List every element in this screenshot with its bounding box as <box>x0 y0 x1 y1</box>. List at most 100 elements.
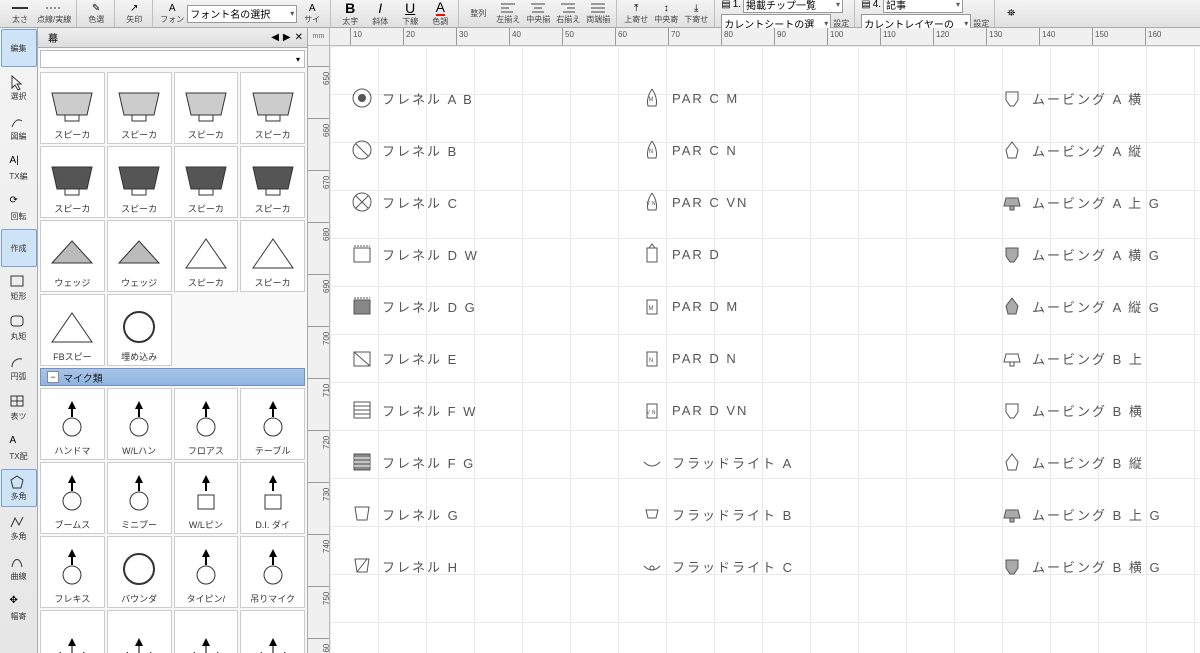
settings-link-2[interactable]: 設定 <box>973 18 989 29</box>
underline-btn[interactable]: U下線 <box>395 1 425 27</box>
canvas-symbol[interactable]: ムービング B 横 G <box>1000 554 1162 578</box>
edit-tool[interactable]: 編集 <box>1 29 37 67</box>
palette-item[interactable] <box>174 610 239 653</box>
palette-item[interactable] <box>40 610 105 653</box>
palette-item[interactable]: 埋め込み <box>107 294 172 366</box>
palette-item[interactable]: フレキス <box>40 536 105 608</box>
palette-item[interactable]: ハンドマ <box>40 388 105 460</box>
zuhen-tool[interactable]: 図編 <box>1 109 37 147</box>
canvas-symbol[interactable]: ムービング B 上 <box>1000 346 1144 370</box>
palette-item[interactable]: バウンダ <box>107 536 172 608</box>
canvas-symbol[interactable]: PAR D <box>640 242 721 266</box>
roundrect-tool[interactable]: 丸矩 <box>1 309 37 347</box>
canvas-symbol[interactable]: フレネル G <box>350 502 460 526</box>
palette-item[interactable]: ウェッジ <box>40 220 105 292</box>
article-select[interactable]: 記事▾ <box>883 0 963 13</box>
canvas-symbol[interactable]: ムービング B 横 <box>1000 398 1144 422</box>
thickness-select[interactable]: 太さ <box>5 1 35 27</box>
txedit-tool[interactable]: A|TX編 <box>1 149 37 187</box>
palette-item[interactable]: タイピン/ <box>174 536 239 608</box>
rect-tool[interactable]: 矩形 <box>1 269 37 307</box>
palette-item[interactable]: スピーカ <box>40 72 105 144</box>
canvas-symbol[interactable]: フラッドライト C <box>640 554 794 578</box>
table-tool[interactable]: 表ツ <box>1 389 37 427</box>
align-justify-btn[interactable]: 両端揃 <box>583 1 613 27</box>
canvas-symbol[interactable]: フレネル C <box>350 190 459 214</box>
italic-btn[interactable]: I斜体 <box>365 1 395 27</box>
drawing-canvas[interactable]: フレネル A Bフレネル Bフレネル Cフレネル D Wフレネル D Gフレネル… <box>330 46 1200 653</box>
palette-item[interactable]: ミニブー <box>107 462 172 534</box>
canvas-symbol[interactable]: フレネル F G <box>350 450 475 474</box>
align-left-btn[interactable]: 左揃え <box>493 1 523 27</box>
palette-item[interactable]: フロアス <box>174 388 239 460</box>
valign-top-btn[interactable]: ⤒上寄せ <box>621 1 651 27</box>
canvas-symbol[interactable]: ムービング A 縦 G <box>1000 294 1161 318</box>
canvas-symbol[interactable]: NPAR C N <box>640 138 738 162</box>
align-right-btn[interactable]: 右揃え <box>553 1 583 27</box>
polygon2-tool[interactable]: 多角 <box>1 509 37 547</box>
palette-close-btn[interactable]: ✕ <box>295 32 303 43</box>
palette-search[interactable]: ▾ <box>40 50 305 68</box>
color-select[interactable]: ✎ 色選 <box>81 1 111 27</box>
palette-section-header[interactable]: −マイク類 <box>40 368 305 386</box>
canvas-symbol[interactable]: フレネル F W <box>350 398 477 422</box>
canvas-symbol[interactable]: ムービング A 横 <box>1000 86 1143 110</box>
palette-item[interactable]: スピーカ <box>240 220 305 292</box>
palette-item[interactable]: スピーカ <box>107 72 172 144</box>
bold-btn[interactable]: B太字 <box>335 1 365 27</box>
palette-item[interactable] <box>107 610 172 653</box>
palette-item[interactable]: テーブル <box>240 388 305 460</box>
canvas-symbol[interactable]: ムービング A 上 G <box>1000 190 1161 214</box>
palette-item[interactable]: スピーカ <box>174 72 239 144</box>
valign-mid-btn[interactable]: ↕中央寄 <box>651 1 681 27</box>
ruler-vertical[interactable]: 650660670680690700710720730740750760 <box>308 46 330 653</box>
palette-item[interactable]: W/Lハン <box>107 388 172 460</box>
palette-item[interactable]: ブームス <box>40 462 105 534</box>
palette-item[interactable]: スピーカ <box>240 146 305 218</box>
curve-tool[interactable]: 曲線 <box>1 549 37 587</box>
palette-item[interactable] <box>240 610 305 653</box>
canvas-symbol[interactable]: フレネル H <box>350 554 459 578</box>
palette-prev-btn[interactable]: ◀ <box>271 32 279 43</box>
font-name-select[interactable]: フォント名の選択▾ <box>187 5 297 23</box>
palette-item[interactable]: スピーカ <box>174 146 239 218</box>
canvas-symbol[interactable]: ムービング B 縦 <box>1000 450 1144 474</box>
canvas-symbol[interactable]: NPAR D N <box>640 346 738 370</box>
palette-item[interactable]: スピーカ <box>40 146 105 218</box>
canvas-symbol[interactable]: フラッドライト B <box>640 502 793 526</box>
rotate-tool[interactable]: ⟳回転 <box>1 189 37 227</box>
align-group-btn[interactable]: 整列 <box>463 1 493 27</box>
canvas-symbol[interactable]: MPAR C M <box>640 86 739 110</box>
chip-list-select[interactable]: 掲載チップ一覧▾ <box>743 0 843 13</box>
image-tool[interactable]: ✥幅寄 <box>1 589 37 627</box>
polygon-tool[interactable]: 多角 <box>1 469 37 507</box>
palette-item[interactable]: W/Lピン <box>174 462 239 534</box>
valign-bot-btn[interactable]: ⤓下寄せ <box>681 1 711 27</box>
settings-link[interactable]: 設定 <box>833 18 849 29</box>
canvas-symbol[interactable]: フレネル E <box>350 346 458 370</box>
palette-item[interactable]: ウェッジ <box>107 220 172 292</box>
arc-tool[interactable]: 円弧 <box>1 349 37 387</box>
canvas-symbol[interactable]: MPAR D M <box>640 294 739 318</box>
arrow-select[interactable]: ↗ 矢印 <box>119 1 149 27</box>
align-center-btn[interactable]: 中央揃 <box>523 1 553 27</box>
canvas-symbol[interactable]: フレネル D W <box>350 242 479 266</box>
canvas-symbol[interactable]: VNPAR C VN <box>640 190 748 214</box>
font-color-btn[interactable]: A色調 <box>425 1 455 27</box>
palette-item[interactable]: D.I. ダイ <box>240 462 305 534</box>
canvas-symbol[interactable]: ムービング B 上 G <box>1000 502 1162 526</box>
canvas-symbol[interactable]: フレネル A B <box>350 86 474 110</box>
palette-item[interactable]: スピーカ <box>174 220 239 292</box>
line-style-select[interactable]: 点線/実線 <box>35 1 73 27</box>
canvas-symbol[interactable]: フラッドライト A <box>640 450 793 474</box>
font-size-btn[interactable]: A サイ <box>297 1 327 27</box>
settings-btn[interactable]: ⛯ <box>996 1 1026 27</box>
canvas-symbol[interactable]: ムービング A 横 G <box>1000 242 1161 266</box>
palette-item[interactable]: FBスピー <box>40 294 105 366</box>
canvas-symbol[interactable]: ムービング A 縦 <box>1000 138 1143 162</box>
canvas-symbol[interactable]: VNPAR D VN <box>640 398 748 422</box>
canvas-symbol[interactable]: フレネル B <box>350 138 458 162</box>
font-btn[interactable]: A フォン <box>157 1 187 27</box>
palette-item[interactable]: スピーカ <box>240 72 305 144</box>
palette-item[interactable]: スピーカ <box>107 146 172 218</box>
